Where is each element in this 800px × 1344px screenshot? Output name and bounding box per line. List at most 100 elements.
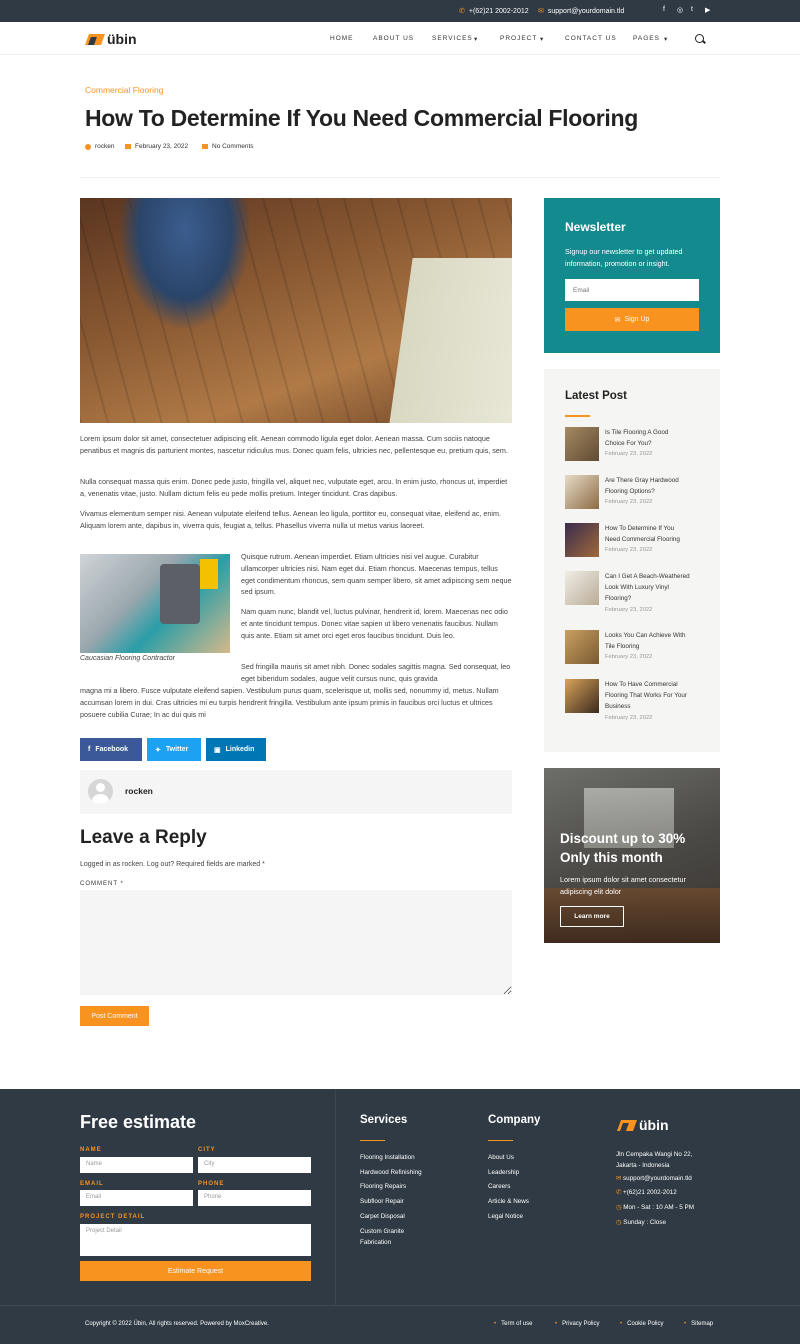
footer-logo[interactable]: übin — [616, 1117, 669, 1133]
latest-post-title: Can I Get A Beach-Weathered Look With Lux… — [605, 573, 690, 602]
footer-link[interactable]: Leadership — [488, 1169, 519, 1176]
post-thumbnail — [565, 630, 599, 664]
search-icon[interactable] — [695, 34, 704, 43]
footer-email[interactable]: ✉ support@yourdomain.tld — [616, 1175, 692, 1182]
footer-link[interactable]: Fabrication — [360, 1239, 391, 1246]
latest-post-item[interactable]: Are There Gray Hardwood Flooring Options?… — [565, 475, 715, 515]
mail-icon: ✉ — [538, 8, 544, 15]
footer-link[interactable]: Flooring Installation — [360, 1154, 415, 1161]
chevron-down-icon: ▾ — [540, 36, 545, 43]
email-label: EMAIL — [80, 1181, 104, 1187]
footer-phone[interactable]: ✆ +(62)21 2002-2012 — [616, 1189, 677, 1196]
clock-icon: ◷ — [616, 1219, 622, 1226]
estimate-request-button[interactable]: Estimate Request — [80, 1261, 311, 1281]
divider — [80, 177, 720, 178]
name-label: NAME — [80, 1147, 102, 1153]
chevron-down-icon: ▾ — [474, 36, 479, 43]
logo-mark-icon — [616, 1119, 638, 1131]
nav-services[interactable]: SERVICES — [432, 35, 473, 42]
paragraph: Nam quam nunc, blandit vel, luctus pulvi… — [241, 607, 508, 640]
footer-link[interactable]: About Us — [488, 1154, 514, 1161]
latest-posts-widget: Latest Post Is Tile Flooring A Good Choic… — [544, 369, 720, 752]
latest-post-date: February 23, 2022 — [605, 547, 653, 553]
services-title: Services — [360, 1114, 408, 1126]
site-logo[interactable]: übin — [84, 31, 137, 47]
signup-button[interactable]: ✉ Sign Up — [565, 308, 699, 331]
nav-home[interactable]: HOME — [330, 35, 354, 42]
footer-link[interactable]: Subfloor Repair — [360, 1198, 404, 1205]
linkedin-icon: ▣ — [214, 746, 221, 754]
author-name[interactable]: rocken — [125, 786, 153, 796]
topbar-email[interactable]: ✉ support@yourdomain.tld — [538, 7, 624, 16]
post-thumbnail — [565, 679, 599, 713]
share-twitter-button[interactable]: ✦ Twitter — [147, 738, 201, 761]
latest-post-title: Is Tile Flooring A Good Choice For You? — [605, 429, 669, 447]
post-thumbnail — [565, 475, 599, 509]
latest-post-item[interactable]: How To Determine If You Need Commercial F… — [565, 523, 715, 563]
newsletter-widget: Newsletter Signup our newsletter to get … — [544, 198, 720, 353]
latest-post-item[interactable]: Looks You Can Achieve With Tile Flooring F… — [565, 630, 715, 670]
footer-link[interactable]: Carpet Disposal — [360, 1213, 405, 1220]
post-title: How To Determine If You Need Commercial … — [85, 105, 639, 131]
main-nav: übin HOME ABOUT US SERVICES ▾ PROJECT ▾ CO… — [0, 22, 800, 55]
facebook-icon[interactable]: f — [663, 6, 665, 13]
project-detail-textarea[interactable]: Project Detail — [80, 1224, 311, 1256]
learn-more-button[interactable]: Learn more — [560, 906, 624, 927]
author-box: rocken — [80, 770, 512, 814]
post-comment-button[interactable]: Post Comment — [80, 1006, 149, 1026]
top-bar: ✆ +(62)21 2002-2012 ✉ support@yourdomain.t… — [0, 0, 800, 22]
email-input[interactable]: Email — [80, 1190, 193, 1206]
mail-icon: ✉ — [616, 1175, 622, 1182]
nav-contact[interactable]: CONTACT US — [565, 35, 617, 42]
phone-icon: ✆ — [459, 8, 465, 15]
post-category[interactable]: Commercial Flooring — [85, 85, 163, 95]
phone-input[interactable]: Phone — [198, 1190, 311, 1206]
nav-project[interactable]: PROJECT — [500, 35, 537, 42]
footer-hours: ◷ Sunday : Close — [616, 1219, 666, 1226]
nav-about[interactable]: ABOUT US — [373, 35, 414, 42]
footer-link[interactable]: Hardwood Refinishing — [360, 1169, 422, 1176]
post-comments[interactable]: No Comments — [202, 143, 254, 150]
latest-post-title: Looks You Can Achieve With Tile Flooring — [605, 632, 686, 650]
twitter-icon[interactable]: t — [691, 6, 693, 13]
footer-hours: ◷ Mon - Sat : 10 AM - 5 PM — [616, 1204, 694, 1211]
instagram-icon[interactable]: ◎ — [677, 6, 683, 14]
comment-icon — [202, 144, 208, 149]
latest-post-item[interactable]: How To Have Commercial Flooring That Work… — [565, 679, 715, 725]
logged-in-note: Logged in as rocken. Log out? Required f… — [80, 861, 265, 868]
topbar-phone[interactable]: ✆ +(62)21 2002-2012 — [459, 7, 529, 16]
post-author[interactable]: rocken — [85, 143, 115, 150]
bottom-link[interactable]: Term of use — [494, 1321, 532, 1327]
footer-link[interactable]: Article & News — [488, 1198, 529, 1205]
footer-link[interactable]: Flooring Repairs — [360, 1183, 406, 1190]
bottom-link[interactable]: Privacy Policy — [555, 1321, 599, 1327]
comment-textarea[interactable] — [80, 890, 512, 995]
share-linkedin-button[interactable]: ▣ Linkedin — [206, 738, 266, 761]
latest-title: Latest Post — [565, 390, 627, 402]
bottom-link[interactable]: Cookie Policy — [620, 1321, 663, 1327]
newsletter-email-input[interactable] — [565, 279, 699, 301]
youtube-icon[interactable]: ▶ — [705, 6, 710, 14]
latest-post-item[interactable]: Is Tile Flooring A Good Choice For You? Fe… — [565, 427, 715, 467]
share-facebook-button[interactable]: f Facebook — [80, 738, 142, 761]
featured-image — [80, 198, 512, 423]
latest-post-item[interactable]: Can I Get A Beach-Weathered Look With Lux… — [565, 571, 715, 617]
footer-address: Jln Cempaka Wangi No 22, Jakarta - Indone… — [616, 1151, 693, 1169]
latest-post-date: February 23, 2022 — [605, 607, 653, 613]
promo-banner: Discount up to 30% Only this month Lorem … — [544, 768, 720, 943]
city-input[interactable]: City — [198, 1157, 311, 1173]
nav-pages[interactable]: PAGES — [633, 35, 660, 42]
clock-icon: ◷ — [616, 1204, 622, 1211]
reply-heading: Leave a Reply — [80, 827, 207, 848]
bottom-link[interactable]: Sitemap — [684, 1321, 713, 1327]
newsletter-text: Signup our newsletter to get updated info… — [565, 247, 683, 268]
paragraph: Vivamus elementum semper nisi. Aenean vu… — [80, 509, 501, 530]
footer-link[interactable]: Legal Notice — [488, 1213, 523, 1220]
name-input[interactable]: Name — [80, 1157, 193, 1173]
post-thumbnail — [565, 571, 599, 605]
post-thumbnail — [565, 427, 599, 461]
footer-link[interactable]: Careers — [488, 1183, 510, 1190]
footer-link[interactable]: Custom Granite — [360, 1228, 404, 1235]
city-label: CITY — [198, 1147, 216, 1153]
post-date[interactable]: February 23, 2022 — [125, 143, 188, 150]
